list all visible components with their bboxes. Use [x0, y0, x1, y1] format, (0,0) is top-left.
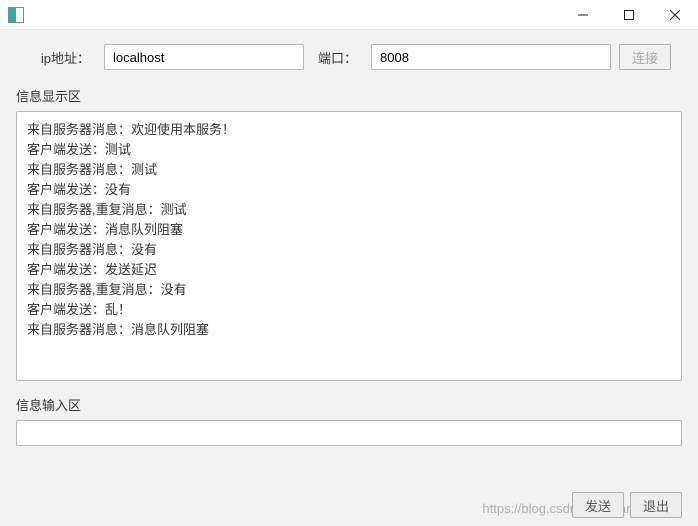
exit-button[interactable]: 退出: [630, 492, 682, 518]
connection-row: ip地址： 端口： 连接: [16, 44, 682, 70]
port-label: 端口：: [312, 48, 363, 67]
close-button[interactable]: [652, 0, 698, 30]
input-section-label: 信息输入区: [16, 395, 682, 414]
port-input[interactable]: [371, 44, 611, 70]
connect-button[interactable]: 连接: [619, 44, 671, 70]
minimize-button[interactable]: [560, 0, 606, 30]
send-button[interactable]: 发送: [572, 492, 624, 518]
message-input[interactable]: [16, 420, 682, 446]
action-row: 发送 退出: [572, 492, 682, 518]
titlebar: [0, 0, 698, 30]
content-pane: ip地址： 端口： 连接 信息显示区 来自服务器消息：欢迎使用本服务！ 客户端发…: [0, 30, 698, 526]
message-display-area[interactable]: 来自服务器消息：欢迎使用本服务！ 客户端发送：测试 来自服务器消息：测试 客户端…: [16, 111, 682, 381]
app-icon: [8, 7, 24, 23]
ip-label: ip地址：: [16, 48, 96, 67]
ip-input[interactable]: [104, 44, 304, 70]
display-section-label: 信息显示区: [16, 86, 682, 105]
maximize-button[interactable]: [606, 0, 652, 30]
